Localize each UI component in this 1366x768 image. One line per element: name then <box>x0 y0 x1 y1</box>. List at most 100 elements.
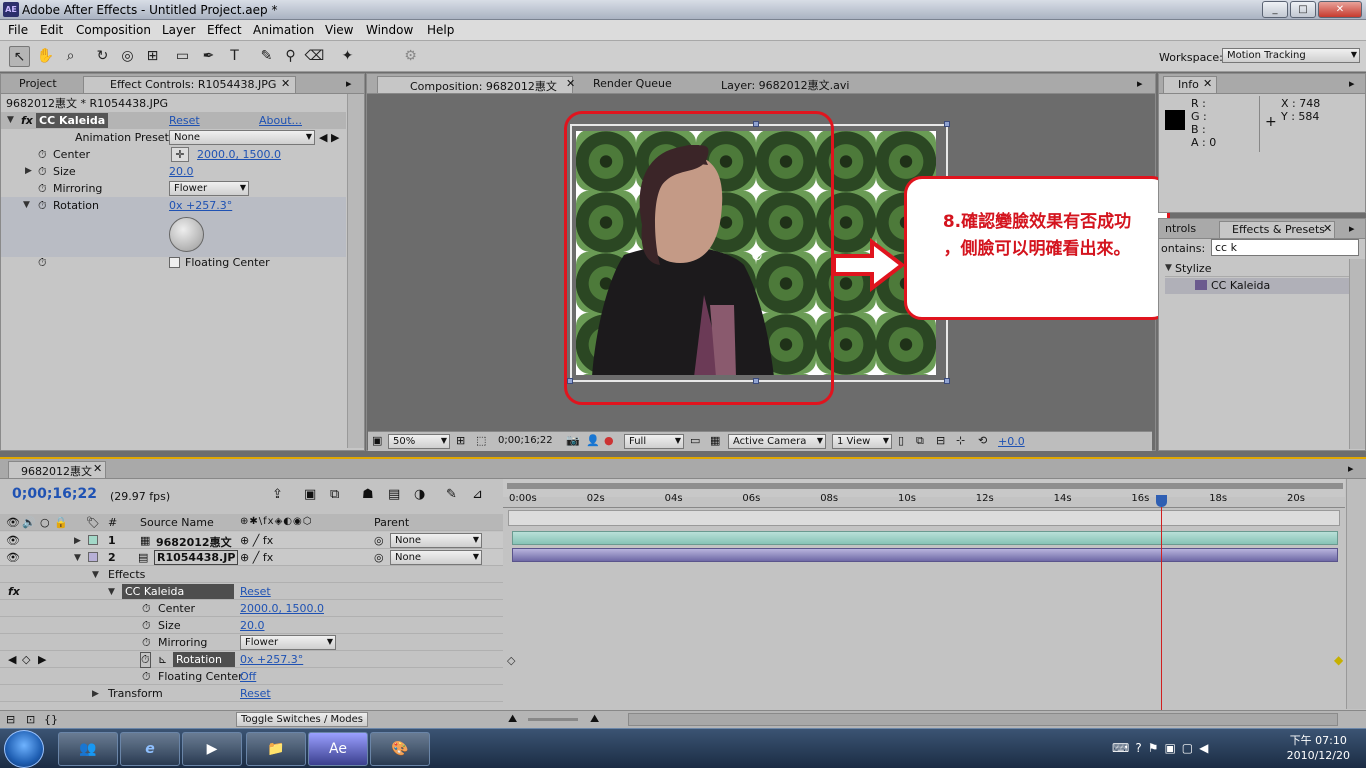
camera-select[interactable]: Active Camera <box>728 434 826 449</box>
center-value[interactable]: 2000.0, 1500.0 <box>197 148 281 161</box>
effect-item[interactable]: CC Kaleida <box>1165 278 1349 294</box>
maximize-button[interactable]: □ <box>1290 1 1316 18</box>
panel-menu-icon[interactable]: ▸ <box>1348 462 1354 475</box>
add-keyframe-icon[interactable]: ◇ <box>22 653 30 666</box>
rotation-label[interactable]: Rotation <box>173 652 235 667</box>
taskbar-users-icon[interactable]: 👥 <box>58 732 118 766</box>
workspace-select[interactable]: Motion Tracking <box>1222 48 1360 63</box>
start-button-icon[interactable] <box>4 730 44 768</box>
transform-handle[interactable] <box>944 121 950 127</box>
menu-view[interactable]: View <box>325 23 353 37</box>
layer-row-2[interactable]: 👁 ▼ 2 ▤ R1054438.JP ⊕ ╱ fx ◎ None <box>0 549 503 566</box>
effects-search-input[interactable]: cc k <box>1211 239 1359 256</box>
center-value[interactable]: 2000.0, 1500.0 <box>240 602 324 615</box>
keyframe-icon[interactable]: ◆ <box>1334 653 1343 667</box>
tab-composition[interactable]: Composition: 9682012惠文 <box>377 76 573 93</box>
clock[interactable]: 下午 07:10 2010/12/20 <box>1287 733 1350 763</box>
graph-editor-icon[interactable]: ⊿ <box>472 487 483 502</box>
minimize-button[interactable]: _ <box>1262 1 1288 18</box>
menu-help[interactable]: Help <box>427 23 454 37</box>
taskbar-media-icon[interactable]: ▶ <box>182 732 242 766</box>
label-color[interactable] <box>88 552 98 562</box>
about-link[interactable]: About... <box>259 114 302 127</box>
type-tool-icon[interactable]: T <box>224 46 245 67</box>
taskbar-paint-icon[interactable]: 🎨 <box>370 732 430 766</box>
effects-group-row[interactable]: ▼ Effects <box>0 566 503 583</box>
close-button[interactable]: ✕ <box>1318 1 1362 18</box>
fast-previews-icon[interactable]: ⧉ <box>916 434 924 448</box>
zoom-out-icon[interactable]: ⛰ <box>508 712 517 726</box>
presets-select[interactable]: None <box>169 130 315 145</box>
graph-icon[interactable]: ⊾ <box>158 653 167 666</box>
resolution-select[interactable]: Full <box>624 434 684 449</box>
stopwatch-icon[interactable]: ⏱ <box>142 636 151 650</box>
brush-tool-icon[interactable]: ✎ <box>256 46 277 67</box>
expand-triangle-icon[interactable]: ▶ <box>74 536 81 546</box>
close-tab-icon[interactable]: ✕ <box>566 77 575 90</box>
menu-effect[interactable]: Effect <box>207 23 242 37</box>
view-layout-select[interactable]: 1 View <box>832 434 892 449</box>
prev-preset-icon[interactable]: ◀ <box>319 131 327 144</box>
layer-row-1[interactable]: 👁 ▶ 1 ▦ 9682012惠文 ⊕ ╱ fx ◎ None <box>0 532 503 549</box>
zoom-select[interactable]: 50% <box>388 434 450 449</box>
transform-reset-link[interactable]: Reset <box>240 687 271 700</box>
region-of-interest-icon[interactable]: ▭ <box>690 434 700 447</box>
rotation-tool-icon[interactable]: ↻ <box>92 46 113 67</box>
pen-tool-icon[interactable]: ✒ <box>198 46 219 67</box>
timeline-icon[interactable]: ⊟ <box>936 434 945 447</box>
collapse-triangle-icon[interactable]: ▼ <box>74 553 81 563</box>
rotation-value[interactable]: 0x +257.3° <box>240 653 303 666</box>
orbit-camera-icon[interactable]: ◎ <box>117 46 138 67</box>
panel-menu-icon[interactable]: ▸ <box>346 77 352 90</box>
size-property-row[interactable]: ⏱ Size 20.0 <box>0 617 503 634</box>
modes-pane-icon[interactable]: ⊡ <box>26 713 35 726</box>
crosshair-icon[interactable]: ✛ <box>171 147 189 162</box>
current-time-indicator[interactable] <box>1161 495 1162 710</box>
frame-blending-icon[interactable]: ▤ <box>388 487 400 502</box>
stopwatch-active-icon[interactable]: ⏱ <box>140 652 151 668</box>
show-snapshot-icon[interactable]: 👤 <box>586 434 600 447</box>
clone-stamp-icon[interactable]: ⚲ <box>280 46 301 67</box>
zoom-tool-icon[interactable]: ⌕ <box>60 46 81 67</box>
menu-layer[interactable]: Layer <box>162 23 195 37</box>
collapse-triangle-icon[interactable]: ▼ <box>108 587 115 597</box>
zoom-slider[interactable] <box>528 718 578 721</box>
scrollbar[interactable] <box>347 94 364 448</box>
toggle-switches-modes-button[interactable]: Toggle Switches / Modes <box>236 712 368 727</box>
stopwatch-icon[interactable]: ⏱ <box>142 670 151 684</box>
fx-icon[interactable]: fx <box>8 585 20 598</box>
panel-menu-icon[interactable]: ▸ <box>1349 222 1355 235</box>
column-source-name[interactable]: Source Name <box>140 516 214 529</box>
floating-center-checkbox[interactable] <box>169 257 180 268</box>
tab-timeline[interactable]: 9682012惠文 <box>8 461 106 478</box>
rotation-value[interactable]: 0x +257.3° <box>169 199 232 212</box>
tab-effect-controls[interactable]: Effect Controls: R1054438.JPG <box>83 76 296 93</box>
current-time[interactable]: 0;00;16;22 <box>498 435 553 446</box>
snap-options-icon[interactable]: ⚙ <box>400 46 421 67</box>
menu-file[interactable]: File <box>8 23 28 37</box>
toggle-pixel-icon[interactable]: ▯ <box>898 434 904 447</box>
tray-icons[interactable]: ⌨?⚑▣▢◀ <box>1112 741 1214 755</box>
rectangle-mask-icon[interactable]: ▭ <box>172 46 193 67</box>
transform-row[interactable]: ▶ Transform Reset <box>0 685 503 702</box>
stopwatch-icon[interactable]: ⏱ <box>38 182 47 196</box>
puppet-pin-icon[interactable]: ✦ <box>337 46 358 67</box>
hand-tool-icon[interactable]: ✋ <box>35 46 56 67</box>
collapse-triangle-icon[interactable]: ▼ <box>23 200 30 210</box>
scrollbar[interactable] <box>1349 259 1365 449</box>
expand-triangle-icon[interactable]: ▶ <box>92 689 99 699</box>
layer-bar-2[interactable] <box>512 548 1338 562</box>
layer-switches[interactable]: ⊕ ╱ fx <box>240 551 273 564</box>
preview-icon[interactable]: ▣ <box>372 434 382 447</box>
reset-link[interactable]: Reset <box>240 585 271 598</box>
floating-center-value[interactable]: Off <box>240 670 256 683</box>
close-tab-icon[interactable]: ✕ <box>93 462 102 475</box>
stopwatch-icon[interactable]: ⏱ <box>142 619 151 633</box>
transparency-grid-icon[interactable]: ▦ <box>710 434 720 447</box>
fx-icon[interactable]: fx <box>21 114 33 127</box>
parent-select[interactable]: None <box>390 533 482 548</box>
center-property-row[interactable]: ⏱ Center 2000.0, 1500.0 <box>0 600 503 617</box>
layer-name[interactable]: 9682012惠文 <box>156 534 232 550</box>
layer-bar-1[interactable] <box>512 531 1338 545</box>
stopwatch-icon[interactable]: ⏱ <box>38 165 47 179</box>
